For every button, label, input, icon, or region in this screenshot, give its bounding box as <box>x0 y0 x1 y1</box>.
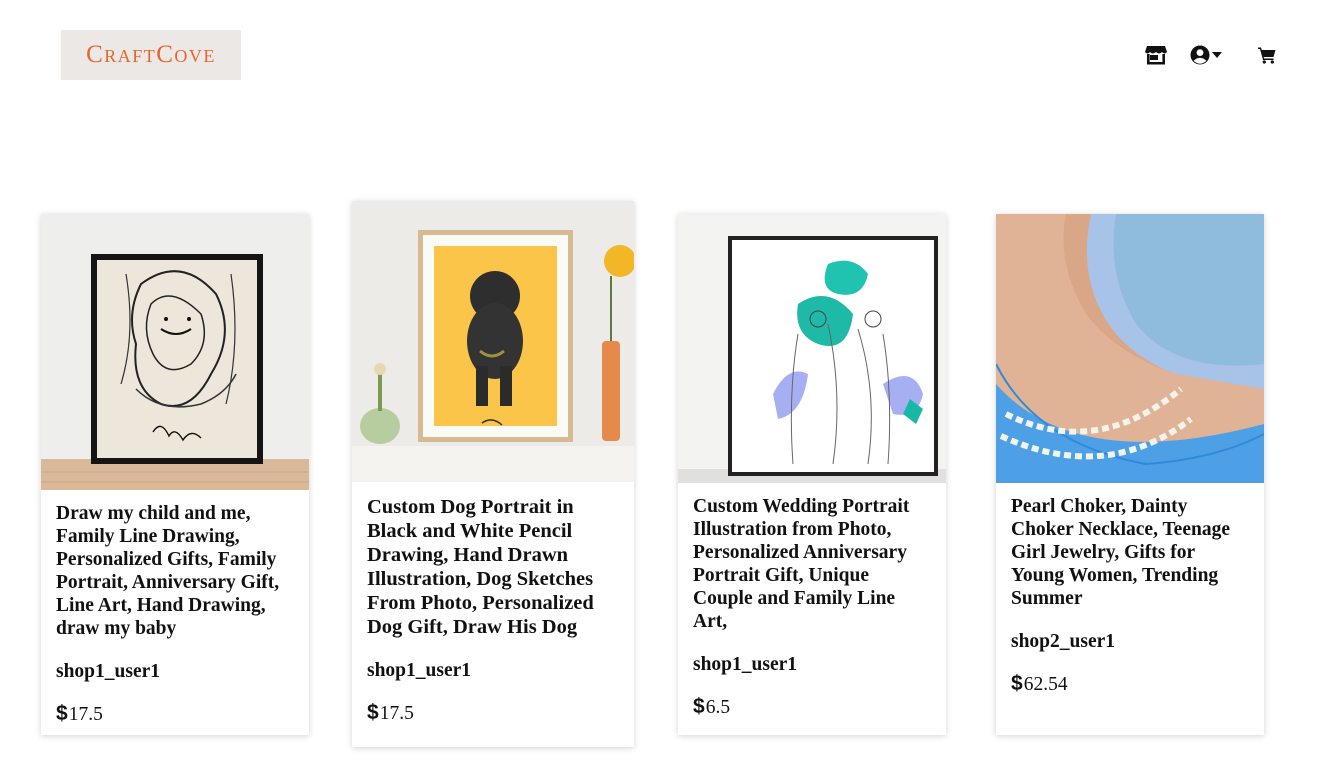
site-header: CraftCove <box>0 0 1320 110</box>
product-info: Custom Dog Portrait in Black and White P… <box>352 482 634 725</box>
product-card[interactable]: Pearl Choker, Dainty Choker Necklace, Te… <box>996 214 1264 735</box>
store-button[interactable] <box>1144 44 1168 66</box>
currency-symbol: $ <box>1011 672 1023 695</box>
product-price: $ 17.5 <box>367 701 619 725</box>
pearl-choker-image <box>996 214 1264 483</box>
product-title[interactable]: Draw my child and me, Family Line Drawin… <box>56 502 294 640</box>
product-info: Pearl Choker, Dainty Choker Necklace, Te… <box>996 483 1264 696</box>
user-circle-icon <box>1190 45 1210 65</box>
account-menu-button[interactable] <box>1190 45 1222 65</box>
product-card[interactable]: Custom Wedding Portrait Illustration fro… <box>678 214 946 735</box>
product-info: Custom Wedding Portrait Illustration fro… <box>678 483 946 719</box>
shopping-cart-icon <box>1258 47 1276 64</box>
product-shop-name[interactable]: shop2_user1 <box>1011 630 1249 653</box>
product-price: $ 6.5 <box>693 695 931 719</box>
product-info: Draw my child and me, Family Line Drawin… <box>41 490 309 726</box>
brand-logo-text: CraftCove <box>86 41 216 68</box>
header-nav <box>1144 44 1276 66</box>
product-image[interactable] <box>678 214 946 483</box>
currency-symbol: $ <box>56 702 68 725</box>
price-value: 17.5 <box>379 703 414 724</box>
framed-wedding-line-art-image <box>678 214 946 483</box>
product-price: $ 17.5 <box>56 702 294 726</box>
product-title[interactable]: Custom Wedding Portrait Illustration fro… <box>693 495 931 633</box>
brand-logo[interactable]: CraftCove <box>61 30 241 80</box>
cart-button[interactable] <box>1244 46 1276 64</box>
price-value: 62.54 <box>1023 674 1068 695</box>
product-image[interactable] <box>41 214 309 490</box>
product-shop-name[interactable]: shop1_user1 <box>56 660 294 683</box>
product-price: $ 62.54 <box>1011 672 1249 696</box>
framed-dog-portrait-image <box>352 201 634 482</box>
price-value: 17.5 <box>68 704 103 725</box>
price-value: 6.5 <box>705 697 731 718</box>
currency-symbol: $ <box>367 701 379 724</box>
product-card[interactable]: Draw my child and me, Family Line Drawin… <box>41 214 309 735</box>
store-icon <box>1145 46 1167 65</box>
caret-down-icon <box>1212 52 1222 58</box>
product-image[interactable] <box>996 214 1264 483</box>
product-shop-name[interactable]: shop1_user1 <box>367 659 619 682</box>
currency-symbol: $ <box>693 695 705 718</box>
product-shop-name[interactable]: shop1_user1 <box>693 653 931 676</box>
framed-line-drawing-image <box>41 214 309 490</box>
product-card[interactable]: Custom Dog Portrait in Black and White P… <box>352 201 634 747</box>
product-title[interactable]: Pearl Choker, Dainty Choker Necklace, Te… <box>1011 495 1249 610</box>
product-title[interactable]: Custom Dog Portrait in Black and White P… <box>367 495 619 639</box>
product-image[interactable] <box>352 201 634 482</box>
